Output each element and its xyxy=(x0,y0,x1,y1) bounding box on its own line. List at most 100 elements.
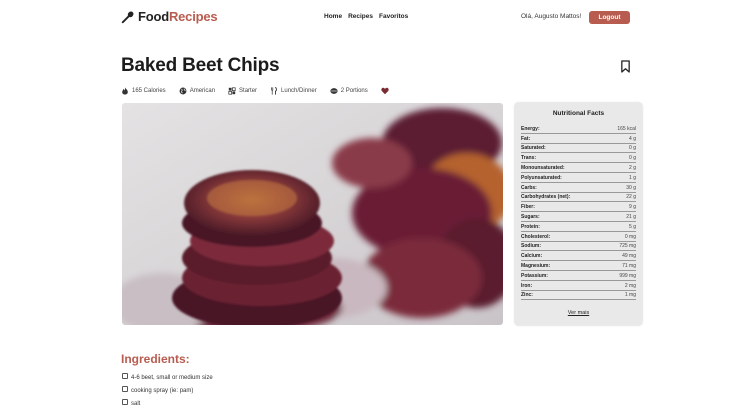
meta-cuisine: American xyxy=(179,87,215,95)
nav-link-recipes[interactable]: Recipes xyxy=(348,13,373,20)
recipe-meta: 165 Calories American Starter Lunch/Dinn… xyxy=(121,85,405,96)
nutrient-value: 21 g xyxy=(626,213,636,220)
nutrient-value: 30 g xyxy=(626,184,636,191)
nutrient-value: 4 g xyxy=(629,135,636,142)
nutrient-value: 999 mg xyxy=(619,272,636,279)
nutrient-label: Fiber: xyxy=(521,204,535,211)
nutrient-label: Iron: xyxy=(521,282,533,289)
nutrition-row: Trans: 0 g xyxy=(521,153,636,164)
nutrition-row: Sugars: 21 g xyxy=(521,212,636,222)
nutrient-value: 2 g xyxy=(629,164,636,171)
nutrient-label: Fat: xyxy=(521,135,531,142)
recipe-image xyxy=(122,103,503,325)
nutrition-row: Saturated: 0 g xyxy=(521,144,636,154)
nutrient-value: 165 kcal xyxy=(617,125,636,132)
nutrition-row: Fat: 4 g xyxy=(521,134,636,144)
logo-text: FoodRecipes xyxy=(138,9,218,24)
ingredient-text: salt xyxy=(131,400,141,407)
nutrition-table: Energy: 165 kcal Fat: 4 g Saturated: 0 g Tr… xyxy=(521,124,636,301)
nutrient-value: 0 g xyxy=(629,155,636,162)
nutrient-value: 2 mg xyxy=(624,282,636,289)
nutrient-value: 9 g xyxy=(629,204,636,211)
ingredient-checkbox[interactable] xyxy=(122,386,128,392)
nutrient-label: Trans: xyxy=(521,155,537,162)
nutrition-row: Iron: 2 mg xyxy=(521,281,636,291)
nutrient-label: Carbohydrates (net): xyxy=(521,194,571,201)
chef-spoon-icon xyxy=(121,11,134,23)
nutrition-row: Energy: 165 kcal xyxy=(521,124,636,134)
nutrient-label: Protein: xyxy=(521,223,540,230)
nav-link-favoritos[interactable]: Favoritos xyxy=(379,13,408,20)
nutrient-value: 5 g xyxy=(629,223,636,230)
portions-icon xyxy=(330,87,338,94)
globe-icon xyxy=(179,87,187,94)
meta-favorite[interactable] xyxy=(381,87,392,95)
nutrition-row: Potassium: 999 mg xyxy=(521,271,636,281)
nutrient-label: Carbs: xyxy=(521,184,537,191)
nutrition-row: Carbs: 30 g xyxy=(521,183,636,193)
nutrient-label: Calcium: xyxy=(521,253,543,260)
nutrition-row: Carbohydrates (net): 22 g xyxy=(521,193,636,203)
starter-icon xyxy=(228,86,236,95)
nutrition-panel: Nutritional Facts Energy: 165 kcal Fat: 4 … xyxy=(515,103,642,325)
ingredient-item[interactable]: 4-6 beet, small or medium size xyxy=(122,371,213,384)
nutrition-row: Magnesium: 71 mg xyxy=(521,261,636,271)
nutrient-label: Magnesium: xyxy=(521,262,551,269)
meta-portions-label: 2 Portions xyxy=(340,87,368,94)
nutrient-label: Energy: xyxy=(521,125,540,132)
nutrient-label: Polyunsaturated: xyxy=(521,174,562,181)
ingredient-item[interactable]: salt xyxy=(122,397,213,410)
nutrition-title: Nutritional Facts xyxy=(552,110,605,117)
nutrient-label: Cholesterol: xyxy=(521,233,551,240)
meta-meal-label: Lunch/Dinner xyxy=(281,87,317,94)
meta-calories: 165 Calories xyxy=(121,86,166,95)
see-more-link[interactable]: Ver mais xyxy=(515,310,642,316)
nutrient-value: 0 mg xyxy=(624,233,636,240)
ingredient-text: 4-6 beet, small or medium size xyxy=(131,374,213,381)
logout-button[interactable]: Logout xyxy=(589,11,630,24)
nutrition-row: Fiber: 9 g xyxy=(521,202,636,213)
ingredient-checkbox[interactable] xyxy=(122,373,128,379)
nutrition-row: Polyunsaturated: 1 g xyxy=(521,173,636,183)
bookmark-icon[interactable] xyxy=(620,60,631,73)
nutrient-label: Saturated: xyxy=(521,145,546,152)
nutrient-value: 0 g xyxy=(629,145,636,152)
nutrient-value: 1 mg xyxy=(624,292,636,299)
nutrient-label: Sodium: xyxy=(521,243,541,250)
navbar: FoodRecipes Home Recipes Favoritos Olá, … xyxy=(0,0,750,36)
ingredient-checkbox[interactable] xyxy=(122,399,128,405)
meta-cuisine-label: American xyxy=(189,87,216,94)
user-greeting: Olá, Augusto Mattos! xyxy=(521,13,582,20)
nutrition-row: Calcium: 49 mg xyxy=(521,251,636,262)
meta-calories-label: 165 Calories xyxy=(132,87,166,94)
ingredient-text: cooking spray (ie: pam) xyxy=(131,387,194,394)
nutrition-row: Zinc: 1 mg xyxy=(521,291,636,301)
ingredients-list: 4-6 beet, small or medium size cooking s… xyxy=(122,371,213,410)
fire-icon xyxy=(122,86,128,95)
heart-icon[interactable] xyxy=(381,87,389,95)
beet-chips-photo xyxy=(122,103,503,325)
logo-text-main: Food xyxy=(138,9,169,24)
meta-course: Starter xyxy=(228,86,257,95)
logo[interactable]: FoodRecipes xyxy=(121,9,218,24)
nutrition-row: Cholesterol: 0 mg xyxy=(521,232,636,242)
cutlery-icon xyxy=(271,86,277,95)
nutrition-row: Protein: 5 g xyxy=(521,222,636,232)
nutrient-label: Monounsaturated: xyxy=(521,164,565,171)
ingredient-item[interactable]: cooking spray (ie: pam) xyxy=(122,384,213,397)
nutrient-value: 22 g xyxy=(626,194,636,201)
nutrient-value: 725 mg xyxy=(619,243,636,250)
meta-portions: 2 Portions xyxy=(330,87,368,95)
nutrient-label: Potassium: xyxy=(521,272,548,279)
logo-text-accent: Recipes xyxy=(168,9,218,24)
ingredients-title: Ingredients: xyxy=(121,352,190,366)
nutrient-value: 71 mg xyxy=(622,262,636,269)
nutrition-row: Monounsaturated: 2 g xyxy=(521,163,636,173)
meta-meal: Lunch/Dinner xyxy=(270,86,317,95)
nutrient-value: 49 mg xyxy=(622,253,636,260)
nav-links: Home Recipes Favoritos xyxy=(324,13,408,20)
nav-link-home[interactable]: Home xyxy=(324,13,342,20)
nutrient-value: 1 g xyxy=(629,174,636,181)
page-title: Baked Beet Chips xyxy=(121,55,280,76)
nutrient-label: Zinc: xyxy=(521,292,533,299)
